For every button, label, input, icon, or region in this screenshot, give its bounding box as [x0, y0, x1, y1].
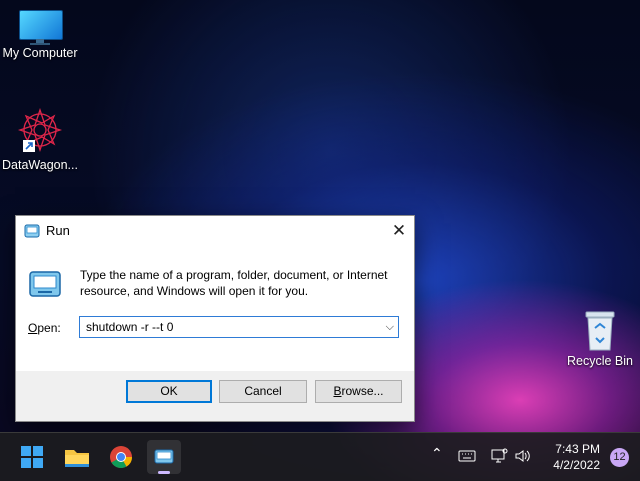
ok-button[interactable]: OK	[126, 380, 212, 403]
keyboard-icon[interactable]	[458, 449, 476, 463]
chevron-up-icon[interactable]: ⌃	[431, 446, 443, 462]
run-description: Type the name of a program, folder, docu…	[80, 268, 388, 298]
notification-badge[interactable]: 12	[610, 448, 629, 467]
desktop-icon-label: DataWagon...	[2, 158, 78, 172]
clock[interactable]: 7:43 PM 4/2/2022	[553, 441, 600, 473]
active-indicator	[158, 471, 170, 474]
chrome-icon	[110, 446, 132, 468]
run-title: Run	[46, 223, 70, 238]
run-footer: OK Cancel Browse...	[16, 371, 414, 421]
run-title-icon	[24, 224, 40, 238]
cancel-button[interactable]: Cancel	[219, 380, 307, 403]
chevron-down-icon[interactable]: ⌵	[386, 320, 394, 334]
close-icon: ✕	[391, 221, 407, 241]
open-combobox[interactable]: shutdown -r --t 0 ⌵	[79, 316, 399, 338]
browse-button[interactable]: Browse...	[315, 380, 402, 403]
desktop-icon-datawagon[interactable]: DataWagon...	[0, 108, 82, 172]
run-titlebar[interactable]: Run ✕	[16, 216, 414, 246]
recycle-bin-icon	[585, 311, 615, 351]
volume-icon[interactable]	[514, 448, 532, 464]
browse-label-rest: rowse...	[341, 384, 384, 398]
desktop-icon-label: Recycle Bin	[567, 354, 633, 368]
file-explorer-icon	[65, 450, 89, 467]
datawagon-logo-icon	[17, 108, 63, 153]
clock-date: 4/2/2022	[553, 458, 600, 472]
browse-accel: B	[333, 384, 342, 398]
network-icon[interactable]	[490, 448, 508, 464]
close-button[interactable]: ✕	[384, 216, 414, 246]
desktop-icon-label: My Computer	[2, 46, 78, 60]
desktop-icon-recycle-bin[interactable]: Recycle Bin	[558, 308, 640, 368]
open-label-rest: pen:	[37, 321, 61, 335]
run-dialog: Run ✕ Type the name of a program, folder…	[15, 215, 415, 422]
run-body: Type the name of a program, folder, docu…	[16, 246, 414, 371]
open-input[interactable]: shutdown -r --t 0	[86, 320, 173, 334]
run-program-icon	[29, 271, 61, 297]
start-icon	[21, 446, 43, 468]
taskbar-file-explorer[interactable]	[60, 440, 94, 474]
open-label-accel: O	[28, 321, 38, 335]
monitor-icon	[19, 10, 63, 45]
clock-time: 7:43 PM	[555, 442, 600, 456]
open-label: Open:	[28, 321, 61, 335]
taskbar-chrome[interactable]	[104, 440, 138, 474]
taskbar-run[interactable]	[147, 440, 181, 474]
desktop-icon-my-computer[interactable]: My Computer	[0, 10, 82, 60]
run-icon	[154, 449, 174, 464]
start-button[interactable]	[15, 440, 49, 474]
taskbar: ⌃ 7:43 PM 4/2/2022 12	[0, 432, 640, 481]
